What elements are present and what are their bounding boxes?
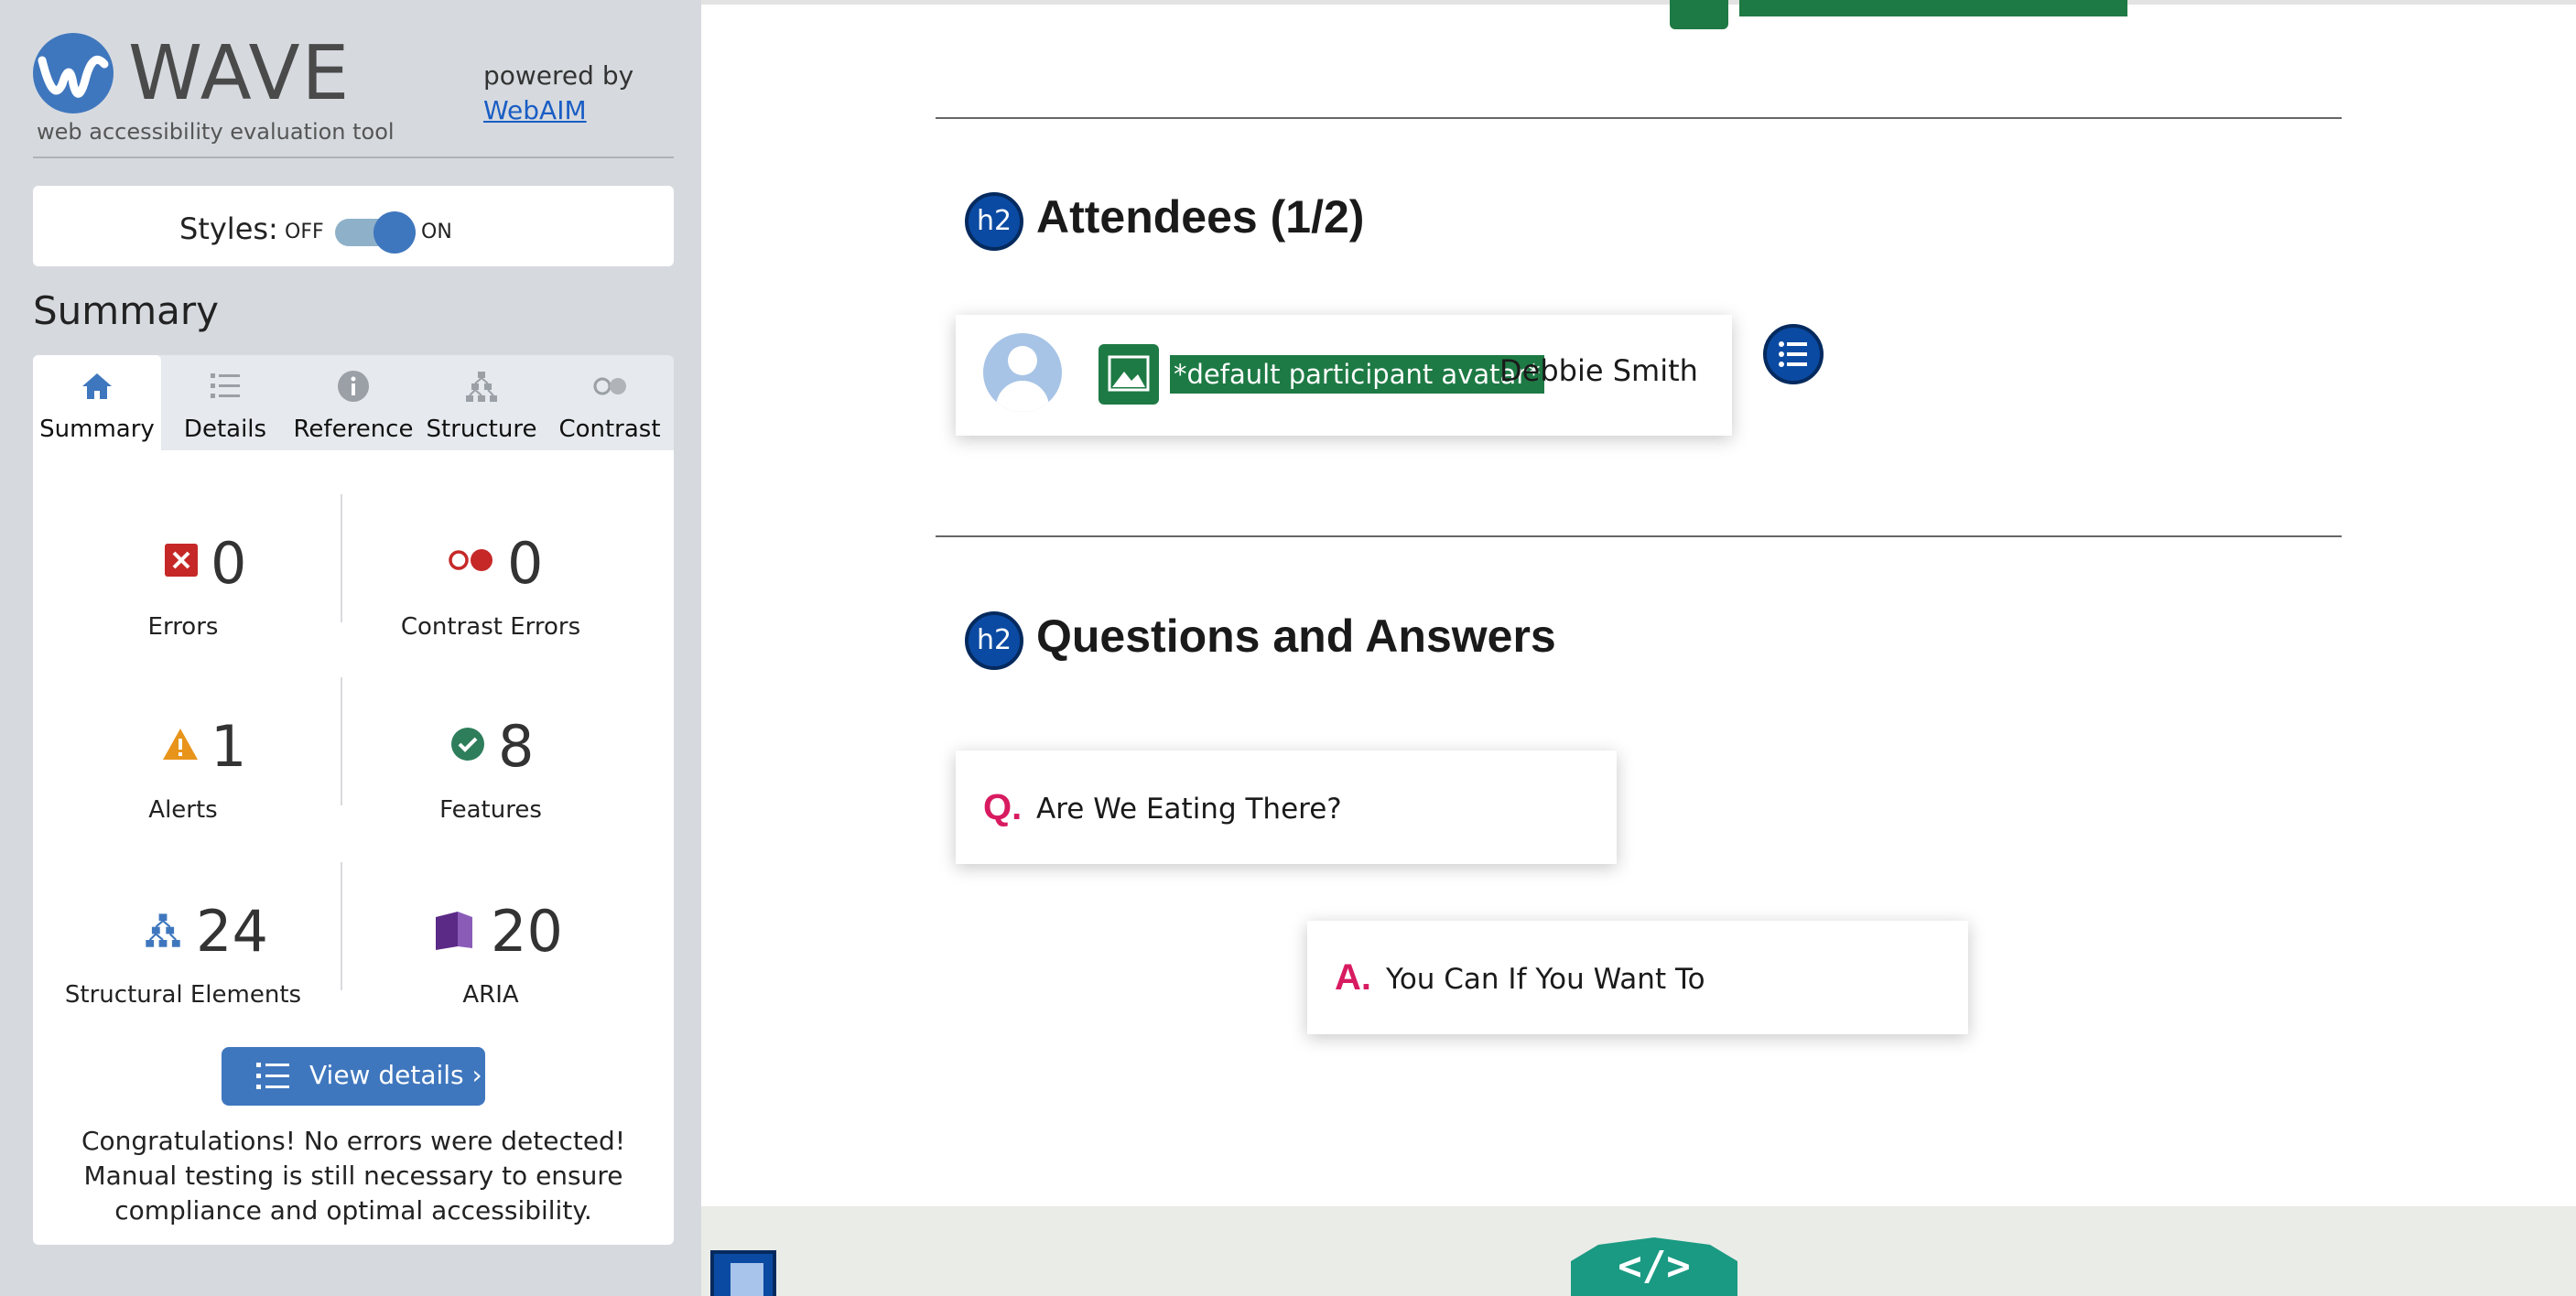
tab-details[interactable]: Details (161, 355, 289, 450)
contrast-error-icon (449, 549, 492, 571)
stat-aria[interactable]: 20 ARIA (344, 893, 637, 1012)
question-text: Are We Eating There? (1036, 793, 1342, 826)
image-alt-label-partial (1739, 0, 2127, 16)
alerts-count: 1 (211, 713, 247, 780)
stat-divider (341, 494, 342, 622)
alt-text-label: *default participant avatar* (1170, 355, 1544, 394)
styles-toggle-box: Styles: OFF ON (33, 186, 674, 266)
answer-card: A. You Can If You Want To (1307, 921, 1968, 1034)
page-content: h2 Attendees (1/2) *default participant … (701, 0, 2576, 1296)
code-icon[interactable]: </> (1571, 1237, 1737, 1296)
attendees-heading: Attendees (1/2) (1036, 191, 1365, 243)
stat-divider (341, 862, 342, 990)
info-icon (338, 371, 369, 402)
list-icon[interactable] (1763, 324, 1824, 384)
tab-contrast-label: Contrast (558, 416, 661, 443)
toggle-off-label: OFF (285, 221, 324, 243)
h2-icon[interactable]: h2 (965, 192, 1023, 251)
stat-structural[interactable]: 24 Structural Elements (37, 893, 330, 1012)
congrats-message: Congratulations! No errors were detected… (81, 1126, 626, 1226)
stat-divider (341, 677, 342, 805)
tab-summary[interactable]: Summary (33, 355, 161, 450)
powered-by: powered by WebAIM (483, 59, 633, 128)
stat-contrast-errors[interactable]: 0 Contrast Errors (344, 525, 637, 644)
qa-heading: Questions and Answers (1036, 610, 1556, 662)
stat-features[interactable]: 8 Features (344, 708, 637, 827)
attendee-card: *default participant avatar* Debbie Smit… (956, 315, 1732, 436)
feature-check-icon (451, 728, 484, 761)
tab-reference[interactable]: Reference (289, 355, 417, 450)
tab-summary-label: Summary (39, 416, 155, 443)
h2-icon[interactable]: h2 (965, 611, 1023, 670)
attendee-name: Debbie Smith (1499, 353, 1698, 388)
aria-label: ARIA (462, 981, 519, 1009)
tab-details-label: Details (183, 416, 267, 443)
styles-toggle-knob[interactable] (373, 211, 416, 254)
structural-count: 24 (196, 898, 268, 965)
wave-sidebar: WAVE web accessibility evaluation tool p… (0, 0, 701, 1296)
question-card: Q. Are We Eating There? (956, 751, 1617, 864)
view-details-button[interactable]: View details › (222, 1047, 485, 1106)
contrast-errors-count: 0 (507, 530, 544, 597)
structure-icon (466, 372, 497, 402)
tab-reference-label: Reference (293, 416, 414, 443)
stat-alerts[interactable]: 1 Alerts (37, 708, 330, 827)
wave-subtitle: web accessibility evaluation tool (37, 119, 395, 145)
summary-panel: 0 Errors 0 Contrast Errors 1 Alerts 8 Fe… (33, 450, 674, 1245)
structural-label: Structural Elements (64, 981, 302, 1009)
list-icon (256, 1063, 289, 1089)
home-icon (82, 373, 112, 399)
contrast-errors-label: Contrast Errors (400, 613, 581, 641)
wave-tabs: Summary Details Reference Structure Cont… (33, 355, 674, 450)
image-alt-icon[interactable] (1670, 0, 1728, 29)
tab-contrast[interactable]: Contrast (546, 355, 674, 450)
features-label: Features (439, 796, 542, 824)
answer-marker: A. (1335, 957, 1371, 998)
alert-icon (163, 729, 198, 760)
avatar-icon (983, 333, 1062, 412)
section-divider (936, 117, 2342, 119)
wave-title: WAVE (128, 30, 352, 117)
structure-icon (146, 913, 180, 947)
tab-structure-label: Structure (426, 416, 537, 443)
wave-logo-icon (33, 33, 114, 113)
styles-label: Styles: (179, 211, 278, 246)
webaim-link[interactable]: WebAIM (483, 93, 633, 128)
tab-structure[interactable]: Structure (417, 355, 546, 450)
powered-by-text: powered by (483, 60, 634, 91)
question-marker: Q. (983, 787, 1023, 827)
contrast-icon (593, 377, 626, 395)
view-details-label: View details › (309, 1060, 482, 1090)
aria-icon (436, 912, 472, 950)
stat-errors[interactable]: 0 Errors (37, 525, 330, 644)
errors-count: 0 (211, 530, 247, 597)
error-icon (165, 544, 198, 577)
answer-text: You Can If You Want To (1386, 963, 1705, 996)
errors-label: Errors (147, 613, 219, 641)
aria-count: 20 (491, 898, 563, 965)
toggle-on-label: ON (421, 221, 452, 243)
code-badge-text: </> (1618, 1243, 1690, 1290)
features-count: 8 (498, 713, 535, 780)
top-border (701, 0, 2576, 5)
sidebar-divider (33, 157, 674, 158)
section-divider (936, 535, 2342, 537)
wave-footer-icon[interactable] (710, 1250, 776, 1296)
list-icon (211, 373, 240, 398)
alerts-label: Alerts (148, 796, 218, 824)
summary-heading: Summary (33, 288, 219, 333)
image-alt-icon[interactable] (1099, 344, 1159, 405)
